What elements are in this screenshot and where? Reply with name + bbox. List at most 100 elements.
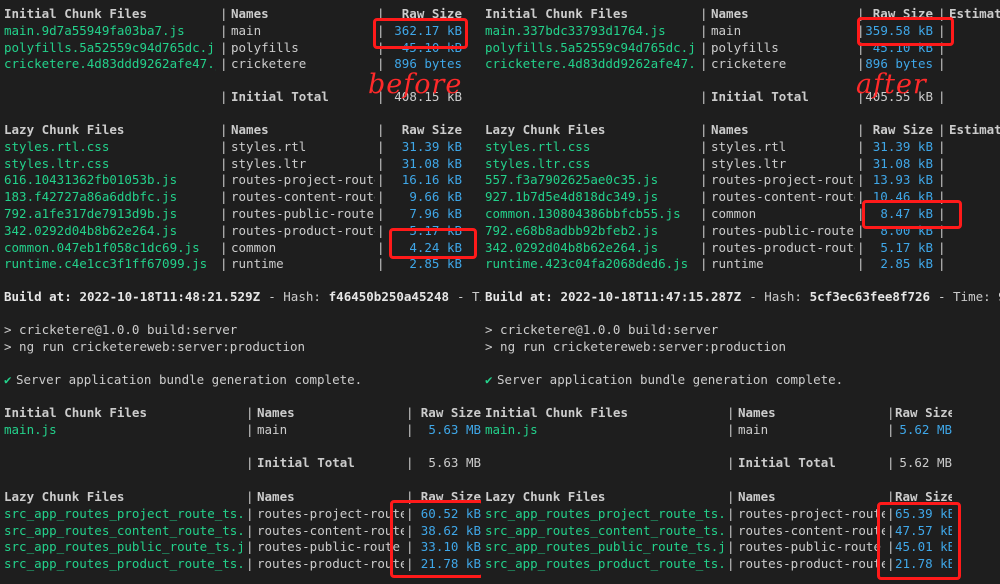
names-column-header: Names bbox=[231, 122, 269, 137]
completion-message: Server application bundle generation com… bbox=[497, 372, 844, 387]
chunk-name: styles.rtl bbox=[711, 138, 787, 154]
column-separator: | bbox=[887, 421, 895, 437]
table-header: Initial Chunk Files | Names | Raw Size | Estim… bbox=[481, 6, 1000, 23]
column-separator: | bbox=[727, 421, 735, 437]
completion-message: Server application bundle generation com… bbox=[16, 372, 363, 387]
terminal-pane-after: Initial Chunk Files | Names | Raw Size | Estim… bbox=[481, 0, 1000, 584]
size-column-header: Raw Size bbox=[401, 122, 462, 137]
ng-command: > ng run cricketereweb:server:production bbox=[4, 339, 306, 354]
column-separator: | bbox=[406, 556, 414, 572]
chunk-file-name: main.js bbox=[4, 421, 57, 437]
size-column-header: Raw Size bbox=[401, 6, 462, 21]
column-separator: | bbox=[938, 189, 946, 205]
chunk-name: routes-public-route bbox=[711, 222, 854, 238]
chunk-file-name: 927.1b7d5e4d818dc349.js bbox=[485, 189, 659, 205]
after-annotation: after bbox=[856, 69, 927, 100]
chunk-raw-size: 9.66 kB bbox=[409, 189, 462, 205]
ng-command-line: > ng run cricketereweb:server:production bbox=[481, 339, 1000, 356]
column-separator: | bbox=[938, 89, 946, 105]
chunk-file-name: main.337bdc33793d1764.js bbox=[485, 22, 666, 38]
chunk-file-name: src_app_routes_product_route_ts.js bbox=[485, 556, 723, 572]
chunk-name: cricketere bbox=[231, 56, 307, 72]
column-separator: | bbox=[377, 39, 385, 55]
names-column-header: Names bbox=[711, 122, 749, 137]
column-separator: | bbox=[938, 222, 946, 238]
npm-command-line: > cricketere@1.0.0 build:server bbox=[481, 322, 1000, 339]
chunk-raw-size: 8.00 kB bbox=[880, 222, 933, 238]
build-info-line: Build at: 2022-10-18T11:47:15.287Z - Has… bbox=[481, 289, 1000, 306]
table-row: src_app_routes_product_route_ts.js | route… bbox=[0, 556, 481, 573]
column-separator: | bbox=[220, 189, 228, 205]
table-row: 557.f3a7902625ae0c35.js | routes-project-r… bbox=[481, 172, 1000, 189]
chunk-file-name: common.130804386bbfcb55.js bbox=[485, 206, 681, 221]
size-column-header: Raw Size bbox=[895, 405, 952, 420]
column-separator: | bbox=[887, 489, 895, 504]
chunk-file-name: src_app_routes_project_route_ts.js bbox=[485, 505, 723, 521]
column-separator: | bbox=[377, 6, 385, 21]
chunk-raw-size: 60.52 kB bbox=[420, 505, 481, 521]
chunk-name: runtime bbox=[231, 256, 284, 272]
chunk-file-name: 792.e68b8adbb92bfeb2.js bbox=[485, 222, 659, 238]
column-separator: | bbox=[727, 556, 735, 572]
table-row: styles.ltr.css | styles.ltr | 31.08 kB | bbox=[481, 156, 1000, 173]
chunk-name: routes-product-route bbox=[257, 556, 404, 572]
column-separator: | bbox=[857, 6, 865, 21]
column-separator: | bbox=[727, 539, 735, 555]
table-row: src_app_routes_project_route_ts.js | route… bbox=[481, 506, 1000, 523]
chunk-raw-size: 4.24 kB bbox=[409, 239, 462, 255]
column-separator: | bbox=[377, 155, 385, 171]
column-separator: | bbox=[246, 505, 254, 521]
initial-total-label: Initial Total bbox=[738, 454, 836, 470]
column-separator: | bbox=[887, 505, 895, 521]
column-separator: | bbox=[727, 505, 735, 521]
column-separator: | bbox=[406, 405, 414, 420]
column-separator: | bbox=[727, 489, 735, 504]
chunk-name: common bbox=[711, 206, 757, 221]
chunk-raw-size: 38.62 kB bbox=[420, 522, 481, 538]
initial-total-label: Initial Total bbox=[711, 89, 809, 105]
checkmark-icon: ✔ bbox=[485, 372, 493, 387]
files-column-header: Initial Chunk Files bbox=[4, 405, 147, 420]
column-separator: | bbox=[220, 172, 228, 188]
size-column-header: Raw Size bbox=[895, 489, 952, 504]
chunk-file-name: runtime.c4e1cc3f1ff67099.js bbox=[4, 256, 208, 272]
chunk-raw-size: 21.78 kB bbox=[895, 556, 952, 572]
chunk-file-name: styles.ltr.css bbox=[4, 155, 110, 171]
column-separator: | bbox=[857, 155, 865, 171]
chunk-file-name: src_app_routes_public_route_ts.js bbox=[485, 539, 723, 555]
chunk-name: runtime bbox=[711, 256, 764, 272]
column-separator: | bbox=[700, 22, 708, 38]
chunk-name: routes-project-route bbox=[257, 505, 404, 521]
column-separator: | bbox=[700, 155, 708, 171]
npm-command: > cricketere@1.0.0 build:server bbox=[4, 322, 238, 337]
column-separator: | bbox=[406, 421, 414, 437]
files-column-header: Lazy Chunk Files bbox=[4, 122, 125, 137]
chunk-raw-size: 47.57 kB bbox=[895, 522, 952, 538]
size-column-header: Raw Size bbox=[420, 489, 481, 504]
column-separator: | bbox=[246, 556, 254, 572]
chunk-name: routes-project-route bbox=[711, 172, 855, 188]
names-column-header: Names bbox=[257, 405, 295, 420]
table-row: 927.1b7d5e4d818dc349.js | routes-content-r… bbox=[481, 189, 1000, 206]
chunk-raw-size: 31.08 kB bbox=[401, 155, 462, 171]
column-separator: | bbox=[220, 256, 228, 272]
chunk-raw-size: 8.47 kB bbox=[880, 206, 933, 221]
build-label: Build at: bbox=[4, 289, 72, 304]
chunk-name: routes-public-route bbox=[231, 206, 374, 221]
table-row: src_app_routes_content_route_ts.js | route… bbox=[0, 523, 481, 540]
column-separator: | bbox=[406, 505, 414, 521]
column-separator: | bbox=[246, 421, 254, 437]
column-separator: | bbox=[887, 539, 895, 555]
files-column-header: Lazy Chunk Files bbox=[485, 122, 606, 137]
npm-command: > cricketere@1.0.0 build:server bbox=[485, 322, 719, 337]
chunk-raw-size: 16.16 kB bbox=[401, 172, 462, 188]
estimate-column-header: Estimate bbox=[949, 6, 1000, 21]
build-label: Build at: bbox=[485, 289, 553, 304]
column-separator: | bbox=[938, 206, 946, 221]
chunk-file-name: src_app_routes_project_route_ts.js bbox=[4, 505, 242, 521]
initial-total-value: 5.63 MB bbox=[428, 454, 481, 470]
column-separator: | bbox=[938, 172, 946, 188]
chunk-name: polyfills bbox=[231, 39, 299, 55]
chunk-name: main bbox=[738, 421, 769, 437]
time-label: - Time: bbox=[456, 289, 481, 304]
